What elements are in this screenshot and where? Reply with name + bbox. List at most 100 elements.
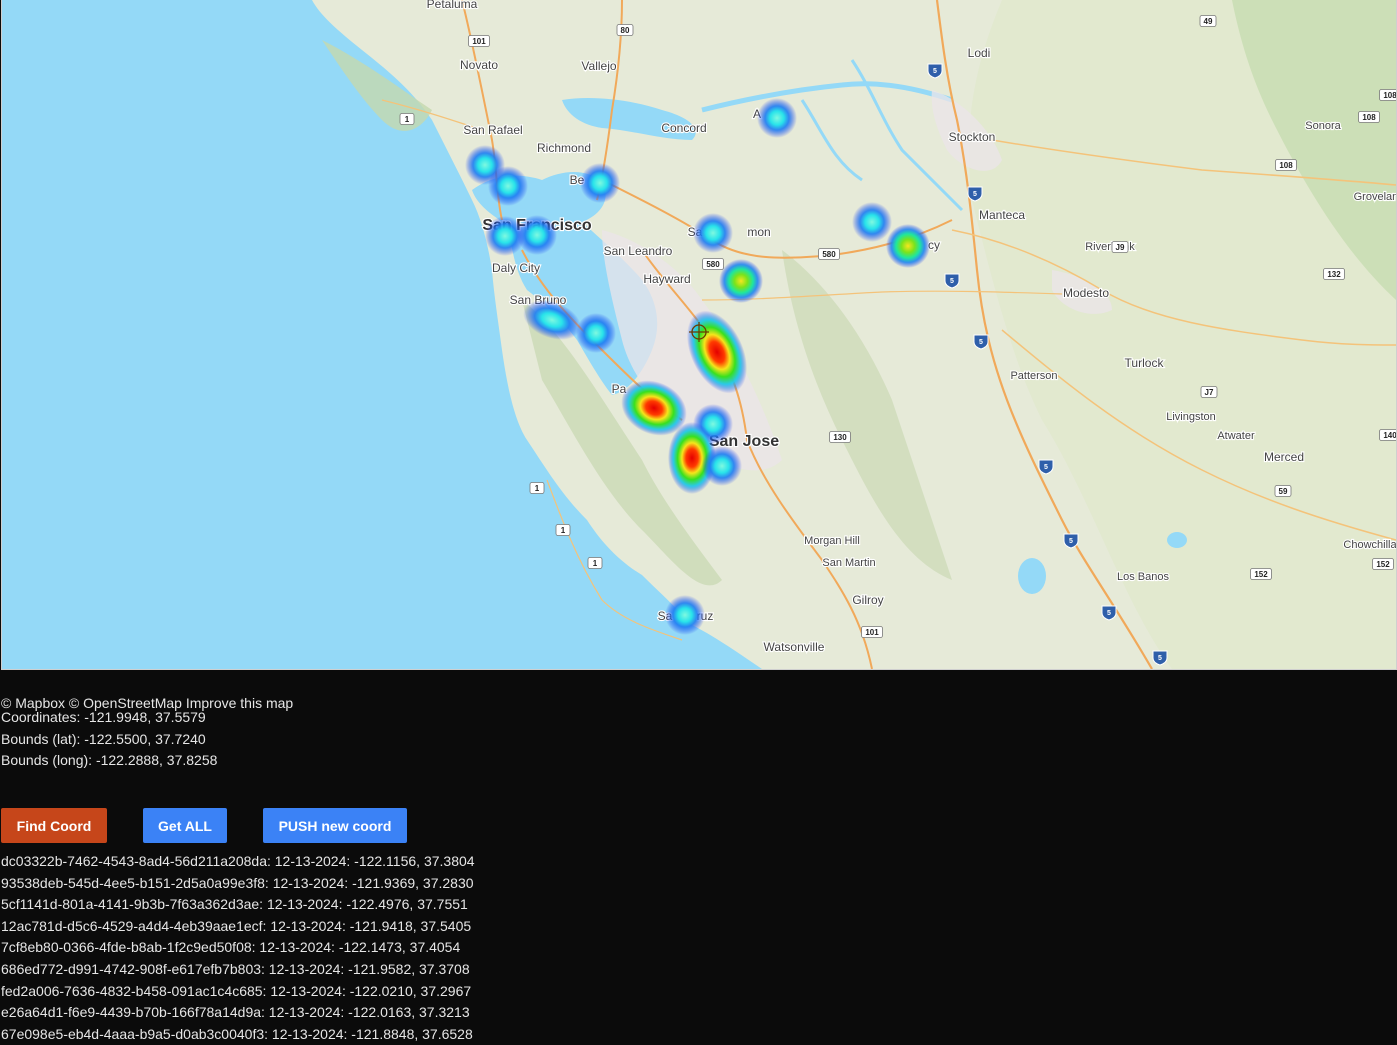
bounds-lat-text: Bounds (lat): -122.5500, 37.7240: [1, 731, 206, 747]
route-shield-icon: J9: [1111, 241, 1129, 253]
heat-blob: [693, 213, 733, 253]
heat-blob: [665, 595, 705, 635]
heat-blob: [852, 202, 892, 242]
interstate-shield-icon: 5: [944, 273, 960, 289]
svg-text:49: 49: [1204, 17, 1213, 26]
svg-text:130: 130: [833, 433, 847, 442]
svg-text:580: 580: [822, 250, 836, 259]
svg-text:580: 580: [706, 260, 720, 269]
place-label: Petaluma: [427, 0, 478, 11]
route-shield-icon: 1: [399, 113, 415, 125]
heat-blob: [517, 215, 557, 255]
place-label: San Leandro: [604, 244, 673, 258]
place-label: Los Banos: [1117, 571, 1169, 583]
route-shield-icon: 101: [468, 35, 490, 47]
svg-text:59: 59: [1279, 487, 1288, 496]
place-label: Chowchilla: [1343, 539, 1396, 551]
svg-text:1: 1: [405, 115, 410, 124]
route-shield-icon: 130: [829, 431, 851, 443]
coord-list-item: 7cf8eb80-0366-4fde-b8ab-1f2c9ed50f08: 12…: [1, 939, 461, 956]
route-shield-icon: 132: [1323, 268, 1345, 280]
place-label: Manteca: [979, 208, 1025, 222]
route-shield-icon: 59: [1274, 485, 1292, 497]
get-all-button[interactable]: Get ALL: [143, 808, 227, 843]
svg-text:5: 5: [1044, 464, 1048, 471]
heat-blob: [702, 446, 742, 486]
route-shield-icon: 1: [555, 524, 571, 536]
place-label: Concord: [661, 121, 706, 135]
route-shield-icon: 108: [1379, 89, 1396, 101]
interstate-shield-icon: 5: [973, 334, 989, 350]
place-label: Daly City: [492, 261, 540, 275]
map-view[interactable]: Petaluma Novato Vallejo San Rafael Richmond C…: [1, 0, 1397, 670]
route-shield-icon: 101: [861, 626, 883, 638]
svg-text:5: 5: [933, 68, 937, 75]
place-label: Modesto: [1063, 286, 1109, 300]
svg-text:5: 5: [1107, 610, 1111, 617]
place-label: Sonora: [1305, 120, 1341, 132]
route-shield-icon: 1: [587, 557, 603, 569]
coord-list-item: 67e098e5-eb4d-4aaa-b9a5-d0ab3c0040f3: 12…: [1, 1025, 473, 1042]
svg-text:1: 1: [561, 526, 566, 535]
place-label: San Martin: [822, 557, 875, 569]
interstate-shield-icon: 5: [1152, 650, 1168, 666]
place-label: Merced: [1264, 450, 1304, 464]
place-label: Vallejo: [581, 59, 616, 73]
place-label: Watsonville: [764, 640, 825, 654]
svg-text:5: 5: [979, 339, 983, 346]
place-label: Patterson: [1010, 370, 1057, 382]
place-label: Atwater: [1217, 430, 1255, 442]
place-label: Novato: [460, 58, 498, 72]
svg-text:108: 108: [1362, 113, 1376, 122]
svg-text:J9: J9: [1116, 243, 1125, 252]
coord-list-item: 12ac781d-d5c6-4529-a4d4-4eb39aae1ecf: 12…: [1, 917, 472, 934]
svg-text:152: 152: [1376, 560, 1390, 569]
svg-text:101: 101: [865, 628, 879, 637]
coordinates-text: Coordinates: -121.9948, 37.5579: [1, 709, 206, 725]
place-label: Stockton: [949, 130, 996, 144]
svg-text:5: 5: [950, 278, 954, 285]
route-shield-icon: 152: [1372, 558, 1394, 570]
place-label: Lodi: [968, 46, 991, 60]
svg-text:J7: J7: [1205, 388, 1214, 397]
place-label: Morgan Hill: [804, 535, 860, 547]
heat-blob: [757, 98, 797, 138]
place-label: Livingston: [1166, 411, 1216, 423]
map-canvas[interactable]: Petaluma Novato Vallejo San Rafael Richmond C…: [2, 0, 1396, 669]
route-shield-icon: 49: [1199, 15, 1217, 27]
svg-text:5: 5: [1158, 655, 1162, 662]
svg-text:80: 80: [621, 26, 630, 35]
svg-text:5: 5: [1069, 538, 1073, 545]
svg-text:140: 140: [1383, 431, 1396, 440]
coord-list-item: 5cf1141d-801a-4141-9b3b-7f63a362d3ae: 12…: [1, 896, 468, 913]
heat-blob: [580, 163, 620, 203]
heat-blob: [719, 259, 763, 303]
coord-list-item: fed2a006-7636-4832-b458-091ac1c4c685: 12…: [1, 982, 472, 999]
push-new-coord-button[interactable]: PUSH new coord: [263, 808, 407, 843]
route-shield-icon: 580: [818, 248, 840, 260]
route-shield-icon: 108: [1275, 159, 1297, 171]
route-shield-icon: J7: [1200, 386, 1218, 398]
heat-blob: [886, 224, 930, 268]
place-label: Gilroy: [852, 593, 883, 607]
route-shield-icon: 80: [616, 24, 634, 36]
heat-blob: [576, 313, 616, 353]
svg-text:108: 108: [1383, 91, 1396, 100]
interstate-shield-icon: 5: [1101, 605, 1117, 621]
bounds-long-text: Bounds (long): -122.2888, 37.8258: [1, 752, 218, 768]
svg-text:132: 132: [1327, 270, 1341, 279]
interstate-shield-icon: 5: [967, 186, 983, 202]
place-label: San Rafael: [463, 123, 522, 137]
place-label: Richmond: [537, 141, 591, 155]
place-label: Turlock: [1125, 356, 1165, 370]
route-shield-icon: 140: [1379, 429, 1396, 441]
coord-list-item: e26a64d1-f6e9-4439-b70b-166f78a14d9a: 12…: [1, 1004, 470, 1021]
heat-blob: [488, 166, 528, 206]
find-coord-button[interactable]: Find Coord: [1, 808, 107, 843]
interstate-shield-icon: 5: [1038, 459, 1054, 475]
coord-list-item: 93538deb-545d-4ee5-b151-2d5a0a99e3f8: 12…: [1, 874, 474, 891]
coord-list-item: dc03322b-7462-4543-8ad4-56d211a208da: 12…: [1, 853, 475, 869]
route-shield-icon: 1: [529, 482, 545, 494]
route-shield-icon: 580: [702, 258, 724, 270]
interstate-shield-icon: 5: [927, 63, 943, 79]
